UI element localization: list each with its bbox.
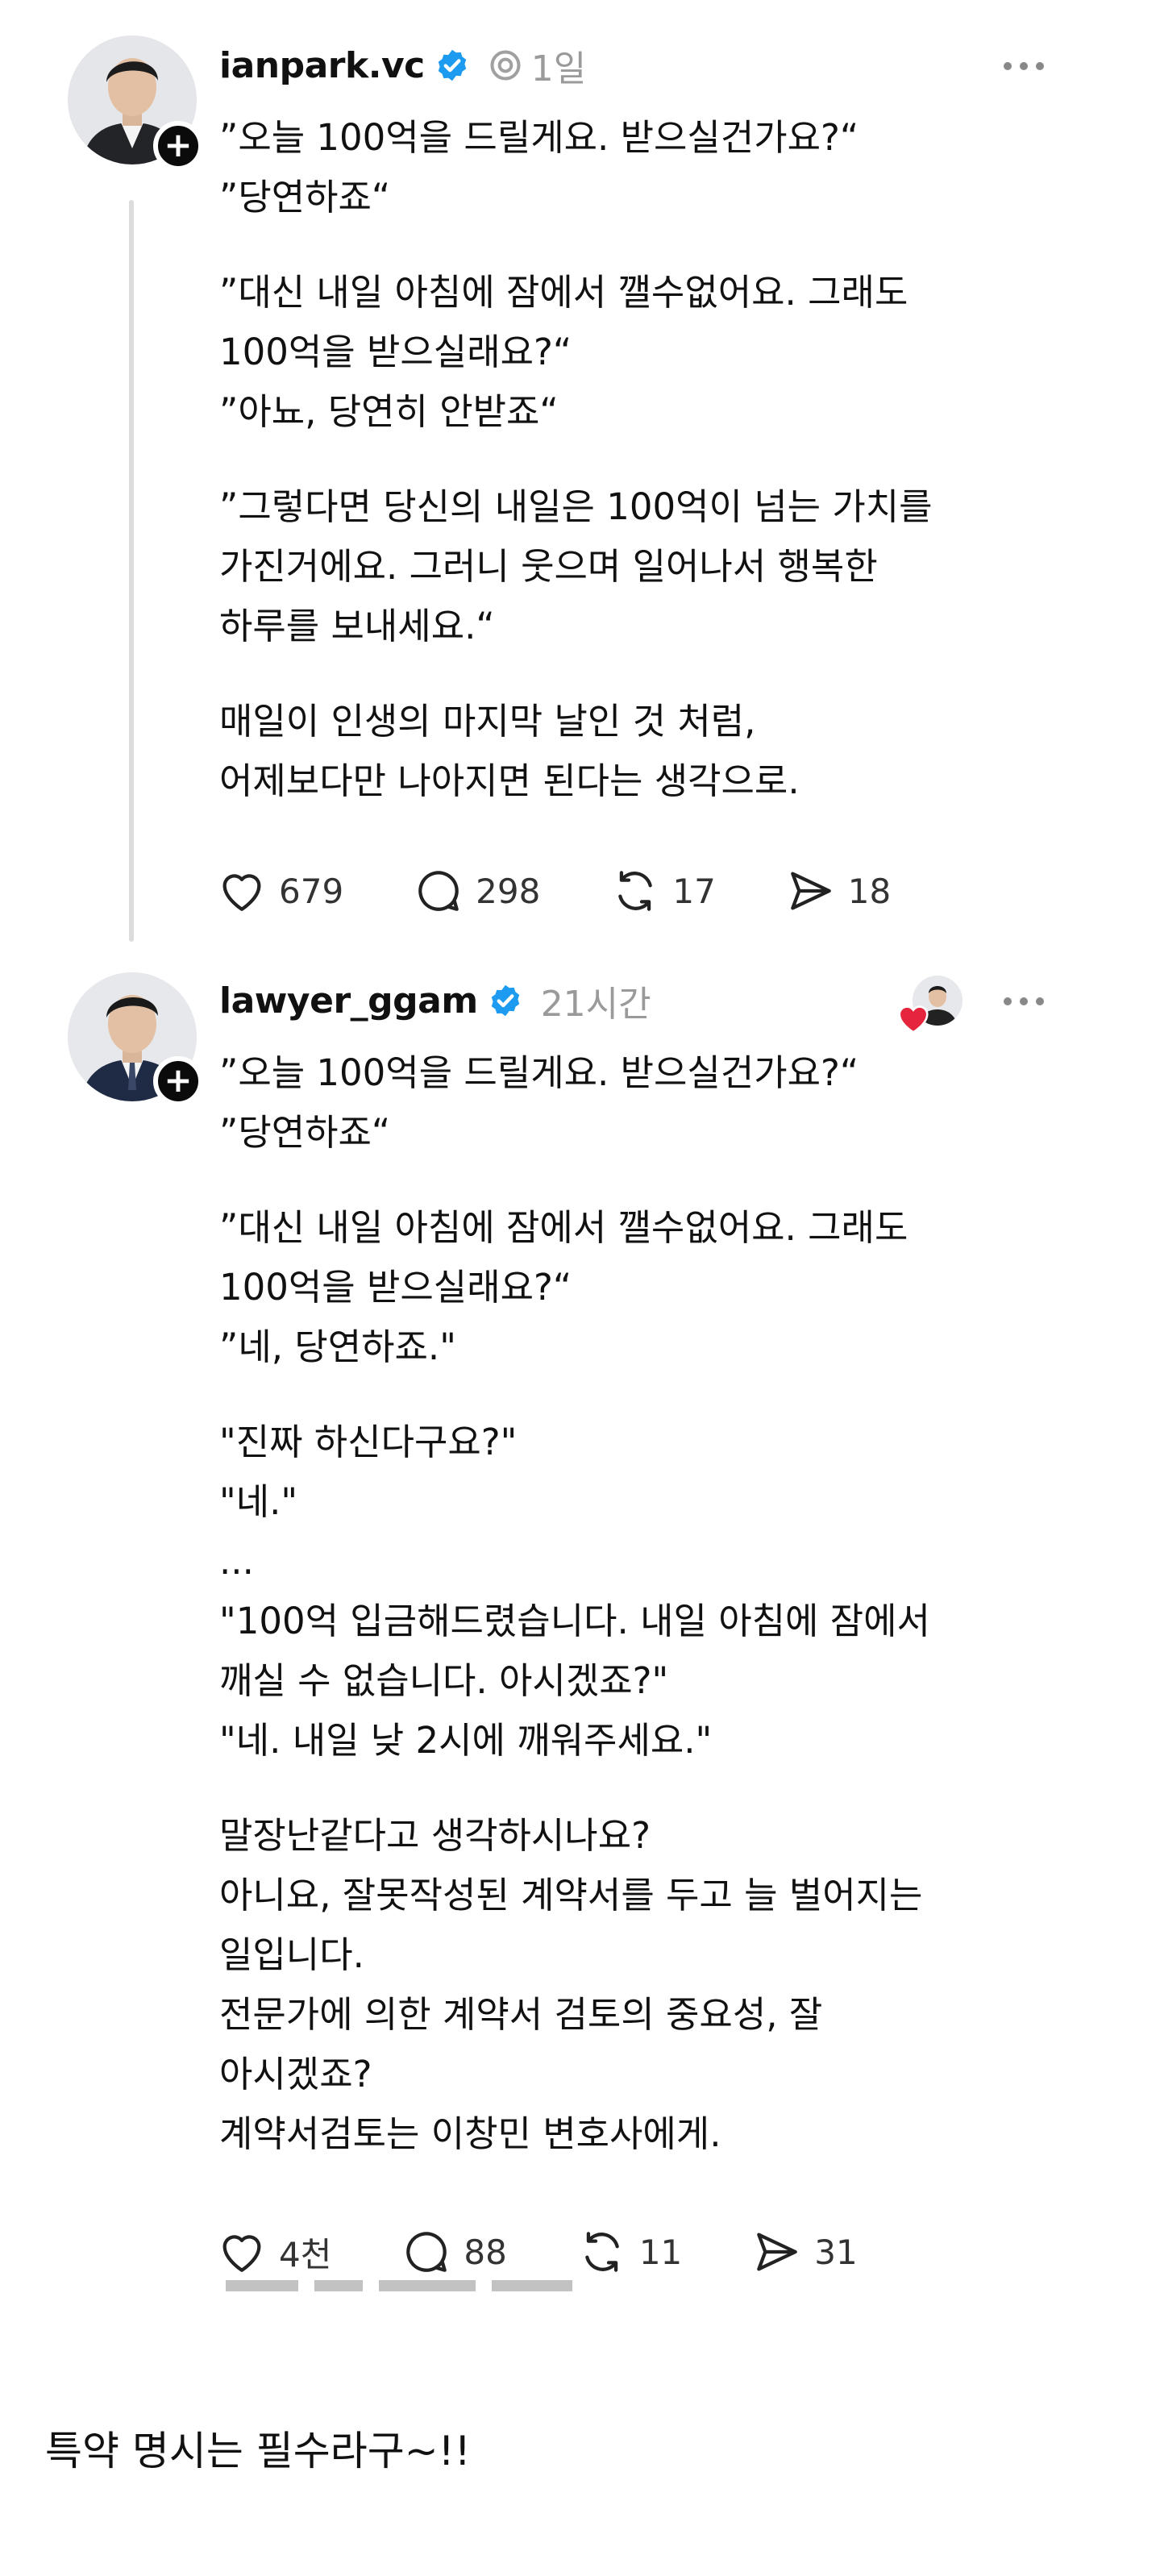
repost-button[interactable]: 17 (609, 865, 716, 917)
comment-icon (418, 871, 459, 911)
liked-heart-icon (898, 1005, 929, 1034)
heart-icon (222, 874, 261, 911)
post-paragraph: 말장난같다고 생각하시나요? 아니요, 잘못작성된 계약서를 두고 늘 벌어지는… (219, 1814, 923, 2155)
share-button[interactable]: 18 (785, 865, 891, 917)
share-count: 31 (814, 2232, 858, 2272)
follow-plus-badge[interactable]: + (153, 1056, 203, 1106)
send-icon (757, 2233, 798, 2271)
caption-text: 특약 명시는 필수라구~!! (45, 2428, 471, 2474)
follow-plus-badge[interactable]: + (153, 121, 203, 171)
post-paragraph: ”그렇다면 당신의 내일은 100억이 넘는 가치를 가진거에요. 그러니 웃으… (219, 485, 933, 647)
repost-button[interactable]: 11 (576, 2226, 682, 2278)
post-timestamp: 21시간 (541, 975, 651, 1026)
post-paragraph: ”대신 내일 아침에 잠에서 깰수없어요. 그래도 100억을 받으실래요?“ … (219, 1206, 908, 1368)
verified-badge-icon (438, 49, 466, 81)
repost-count: 11 (638, 2232, 683, 2272)
verified-badge-icon (491, 984, 519, 1017)
reply-count: 298 (476, 871, 541, 911)
reply-button[interactable]: 88 (401, 2226, 507, 2278)
threads-logo-icon (490, 50, 521, 81)
post-paragraph: ”오늘 100억을 드릴게요. 받으실건가요?“ ”당연하죠“ (219, 116, 859, 218)
post-header: lawyer_ggam 21시간 (219, 972, 651, 1029)
reply-count: 88 (464, 2232, 507, 2272)
post-actions: 679 298 17 18 (216, 863, 960, 919)
post-paragraph: ”오늘 100억을 드릴게요. 받으실건가요?“ ”당연하죠“ (219, 1051, 859, 1154)
cropped-text-artifact (226, 2280, 572, 2291)
post-paragraph: ”대신 내일 아침에 잠에서 깰수없어요. 그래도 100억을 받으실래요?“ … (219, 271, 908, 433)
repost-count: 17 (672, 871, 716, 911)
thread-connector-line (129, 200, 134, 942)
more-options-icon[interactable] (1000, 993, 1048, 1009)
reply-button[interactable]: 298 (413, 865, 540, 917)
post-paragraph: "진짜 하신다구요?" "네." ... "100억 입금해드렸습니다. 내일 … (219, 1421, 930, 1762)
post-paragraph: 매일이 인생의 마지막 날인 것 처럼, 어제보다만 나아지면 된다는 생각으로… (219, 700, 800, 802)
repost-icon (618, 871, 653, 911)
timestamp-text: 21시간 (540, 984, 651, 1025)
username[interactable]: ianpark.vc (219, 45, 425, 86)
like-count: 679 (279, 871, 344, 911)
like-count: 4천 (279, 2234, 332, 2274)
username[interactable]: lawyer_ggam (219, 980, 478, 1022)
post-body: ”오늘 100억을 드릴게요. 받으실건가요?“ ”당연하죠“ ”대신 내일 아… (219, 108, 1042, 811)
share-count: 18 (847, 871, 892, 911)
timestamp-text: 1일 (530, 48, 587, 89)
like-button[interactable]: 4천 (216, 2226, 331, 2278)
post-header: ianpark.vc 1일 (219, 37, 586, 94)
more-options-icon[interactable] (1000, 58, 1048, 74)
heart-icon (222, 2235, 261, 2272)
post-timestamp: 1일 (488, 40, 586, 91)
like-button[interactable]: 679 (216, 865, 343, 917)
repost-icon (585, 2232, 619, 2272)
comment-icon (406, 2232, 447, 2272)
share-button[interactable]: 31 (751, 2226, 858, 2278)
post-body: ”오늘 100억을 드릴게요. 받으실건가요?“ ”당연하죠“ ”대신 내일 아… (219, 1043, 1042, 2164)
post-actions: 4천 88 11 31 (216, 2224, 927, 2280)
send-icon (790, 872, 831, 910)
